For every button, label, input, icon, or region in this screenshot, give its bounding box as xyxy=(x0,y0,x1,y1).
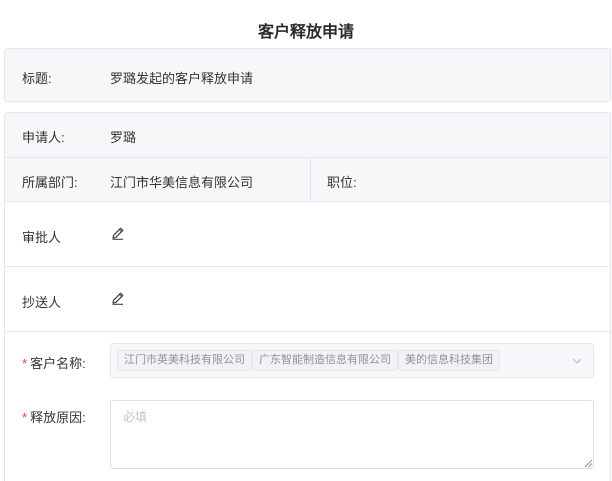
department-value: 江门市华美信息有限公司 xyxy=(110,175,254,190)
cc-row: 抄送人 xyxy=(5,267,610,332)
applicant-value: 罗璐 xyxy=(110,130,137,145)
page-title: 客户释放申请 xyxy=(257,24,354,41)
department-label: 所属部门: xyxy=(22,175,78,190)
customer-select[interactable]: 江门市英美科技有限公司 广东智能制造信息有限公司 美的信息科技集团 xyxy=(110,343,594,378)
reason-label: 释放原因: xyxy=(30,410,86,425)
form-card: 申请人: 罗璐 所属部门: 江门市华美信息有限公司 职位: 审批人 抄送人 * 客… xyxy=(4,112,611,481)
title-label: 标题: xyxy=(22,71,52,86)
resize-grip-icon[interactable] xyxy=(584,459,593,468)
applicant-label: 申请人: xyxy=(22,130,65,145)
required-mark: * xyxy=(22,356,28,371)
reason-row: * 释放原因: xyxy=(5,391,610,481)
reason-textarea[interactable] xyxy=(110,400,594,469)
cc-label: 抄送人 xyxy=(22,295,62,310)
customer-row: * 客户名称: 江门市英美科技有限公司 广东智能制造信息有限公司 美的信息科技集团 xyxy=(5,332,610,391)
customer-tag: 美的信息科技集团 xyxy=(398,350,500,371)
title-row: 标题: 罗璐发起的客户释放申请 xyxy=(5,49,610,101)
position-label: 职位: xyxy=(327,175,357,190)
reason-label-wrap: * 释放原因: xyxy=(22,407,86,426)
pencil-icon[interactable] xyxy=(110,225,126,241)
title-value: 罗璐发起的客户释放申请 xyxy=(110,71,254,86)
customer-tag: 江门市英美科技有限公司 xyxy=(117,350,252,371)
approver-row: 审批人 xyxy=(5,202,610,267)
chevron-down-icon[interactable] xyxy=(571,355,583,367)
customer-label-wrap: * 客户名称: xyxy=(22,353,86,372)
customer-label: 客户名称: xyxy=(30,356,86,371)
pencil-icon[interactable] xyxy=(110,290,126,306)
customer-tag: 广东智能制造信息有限公司 xyxy=(252,350,398,371)
approver-label: 审批人 xyxy=(22,230,62,245)
title-card: 标题: 罗璐发起的客户释放申请 xyxy=(4,48,611,102)
department-row: 所属部门: 江门市华美信息有限公司 职位: xyxy=(5,158,610,202)
column-divider xyxy=(310,158,311,201)
required-mark: * xyxy=(22,410,28,425)
applicant-row: 申请人: 罗璐 xyxy=(5,113,610,158)
